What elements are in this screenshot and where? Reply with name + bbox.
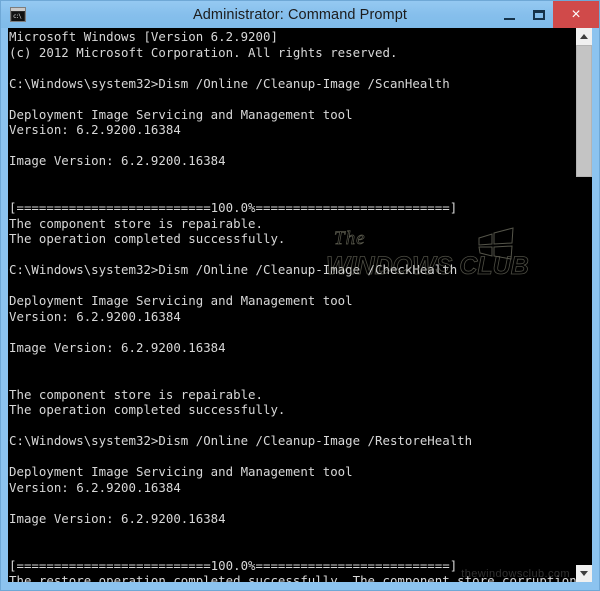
console-output: Microsoft Windows [Version 6.2.9200] (c)… — [9, 29, 576, 582]
command-prompt-window[interactable]: c:\ Administrator: Command Prompt × Micr… — [0, 0, 600, 591]
window-controls: × — [495, 1, 599, 28]
console-client-area: Microsoft Windows [Version 6.2.9200] (c)… — [8, 28, 592, 582]
scroll-up-arrow-icon — [580, 34, 588, 39]
maximize-button[interactable] — [524, 1, 553, 28]
icon-titlebar-strip — [11, 8, 25, 11]
minimize-icon — [504, 17, 515, 20]
icon-screen-glyph: c:\ — [12, 12, 24, 21]
scroll-down-button[interactable] — [576, 565, 592, 582]
title-bar[interactable]: c:\ Administrator: Command Prompt × — [1, 1, 599, 28]
command-prompt-icon: c:\ — [10, 7, 26, 22]
close-icon: × — [571, 5, 581, 23]
console-surface[interactable]: Microsoft Windows [Version 6.2.9200] (c)… — [8, 28, 576, 582]
scroll-up-button[interactable] — [576, 28, 592, 45]
vertical-scrollbar[interactable] — [576, 28, 592, 582]
scroll-down-arrow-icon — [580, 571, 588, 576]
scrollbar-thumb[interactable] — [576, 45, 592, 177]
scrollbar-track[interactable] — [576, 45, 592, 565]
minimize-button[interactable] — [495, 1, 524, 28]
maximize-icon — [532, 9, 545, 20]
close-button[interactable]: × — [553, 1, 599, 28]
